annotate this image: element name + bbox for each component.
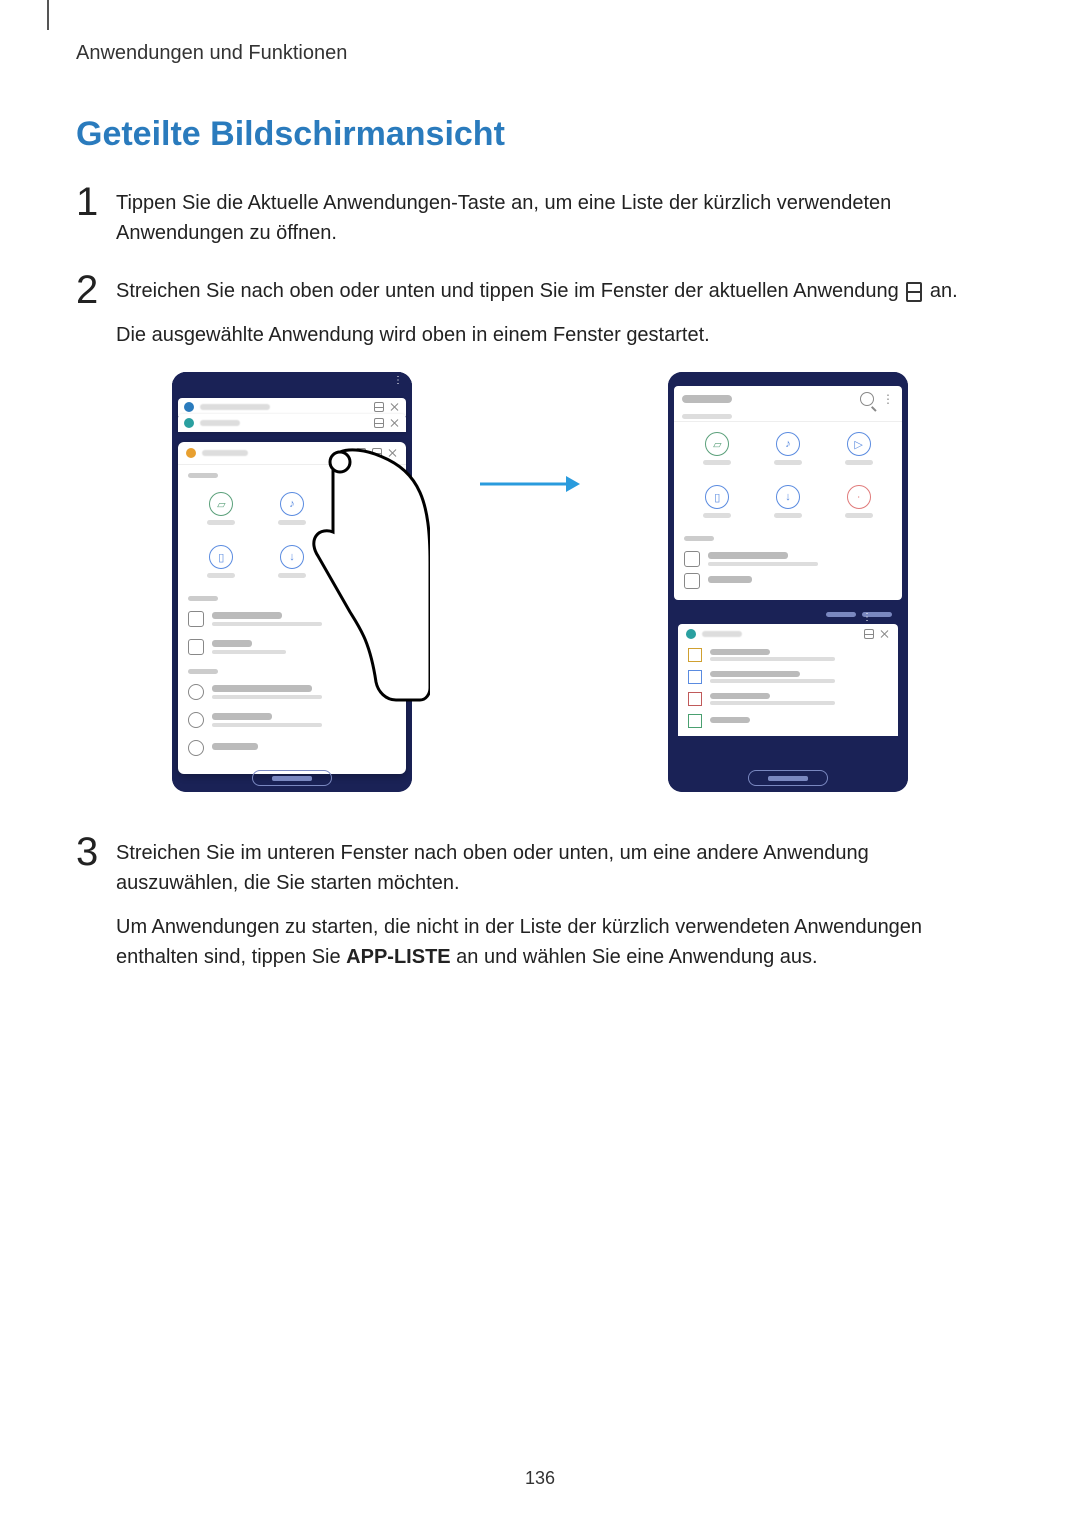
close-icon [390, 418, 400, 428]
more-icon: ⋮ [393, 375, 402, 386]
step-3-p2: Um Anwendungen zu starten, die nicht in … [116, 912, 996, 972]
step-2: 2 Streichen Sie nach oben oder unten und… [76, 270, 1004, 350]
step-1: 1 Tippen Sie die Aktuelle Anwendungen-Ta… [76, 182, 1004, 248]
step-number: 1 [76, 182, 110, 222]
phone-after: ⋮ ▱ ♪ ▷ ▯ ↓ ∙ ⋮ [668, 372, 908, 792]
instruction-figure: ⋮ ▱ ♪ ▷ ▯ ↓ ∙ [160, 372, 920, 802]
step-2-line2: Die ausgewählte Anwendung wird oben in e… [116, 320, 958, 350]
section-title: Geteilte Bildschirmansicht [76, 115, 1004, 154]
step-number: 3 [76, 832, 110, 872]
split-icon [374, 418, 384, 428]
hand-pointer-icon [300, 442, 430, 702]
close-icon [390, 402, 400, 412]
close-all-button [748, 770, 828, 786]
more-icon: ⋮ [882, 392, 894, 406]
arrow-icon [480, 472, 580, 496]
step-2-line1: Streichen Sie nach oben oder unten und t… [116, 276, 958, 306]
split-screen-icon [906, 282, 922, 302]
split-icon [374, 402, 384, 412]
step-3-p1: Streichen Sie im unteren Fenster nach ob… [116, 838, 996, 898]
close-all-button [252, 770, 332, 786]
step-number: 2 [76, 270, 110, 310]
breadcrumb: Anwendungen und Funktionen [76, 42, 1004, 65]
step-3: 3 Streichen Sie im unteren Fenster nach … [76, 832, 1004, 972]
close-icon [880, 629, 890, 639]
more-icon: ⋮ [862, 612, 892, 617]
search-icon [860, 392, 874, 406]
app-list-label: APP-LISTE [346, 946, 450, 968]
page-number: 136 [0, 1468, 1080, 1489]
margin-rule [47, 0, 49, 30]
step-1-text: Tippen Sie die Aktuelle Anwendungen-Tast… [116, 188, 996, 248]
split-icon [864, 629, 874, 639]
